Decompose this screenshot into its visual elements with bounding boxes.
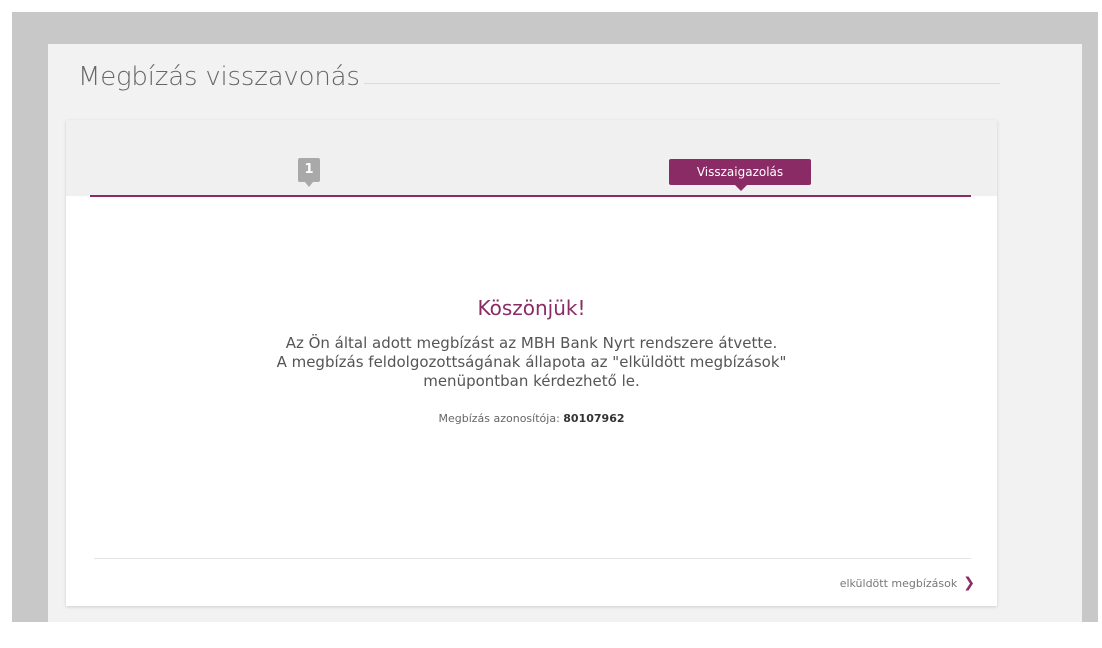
content-panel: Megbízás visszavonás 1 Visszaigazolás Kö… xyxy=(48,44,1082,622)
message-line-3: menüpontban kérdezhető le. xyxy=(423,372,640,390)
title-divider xyxy=(364,83,1000,84)
step-1-indicator[interactable]: 1 xyxy=(298,158,320,187)
stepper-progress-line xyxy=(90,195,971,197)
confirmation-card: 1 Visszaigazolás Köszönjük! Az Ön által … xyxy=(66,120,997,606)
confirmation-message: Az Ön által adott megbízást az MBH Bank … xyxy=(66,334,997,391)
stepper-header: 1 Visszaigazolás xyxy=(66,120,997,196)
order-id-value: 80107962 xyxy=(563,412,625,425)
chevron-right-icon[interactable]: ❯ xyxy=(963,576,975,590)
sent-orders-link[interactable]: elküldött megbízások ❯ xyxy=(840,576,975,590)
order-id-line: Megbízás azonosítója: 80107962 xyxy=(66,412,997,425)
thanks-heading: Köszönjük! xyxy=(477,296,586,320)
step-confirmation-active: Visszaigazolás xyxy=(669,159,811,191)
order-id-label: Megbízás azonosítója: xyxy=(438,412,560,425)
page-title: Megbízás visszavonás xyxy=(78,62,360,92)
message-line-1: Az Ön által adott megbízást az MBH Bank … xyxy=(285,334,778,352)
message-line-2: A megbízás feldolgozottságának állapota … xyxy=(276,353,787,371)
screenshot-frame: Megbízás visszavonás 1 Visszaigazolás Kö… xyxy=(12,12,1098,622)
footer-divider xyxy=(94,558,971,559)
sent-orders-link-label[interactable]: elküldött megbízások xyxy=(840,577,958,590)
